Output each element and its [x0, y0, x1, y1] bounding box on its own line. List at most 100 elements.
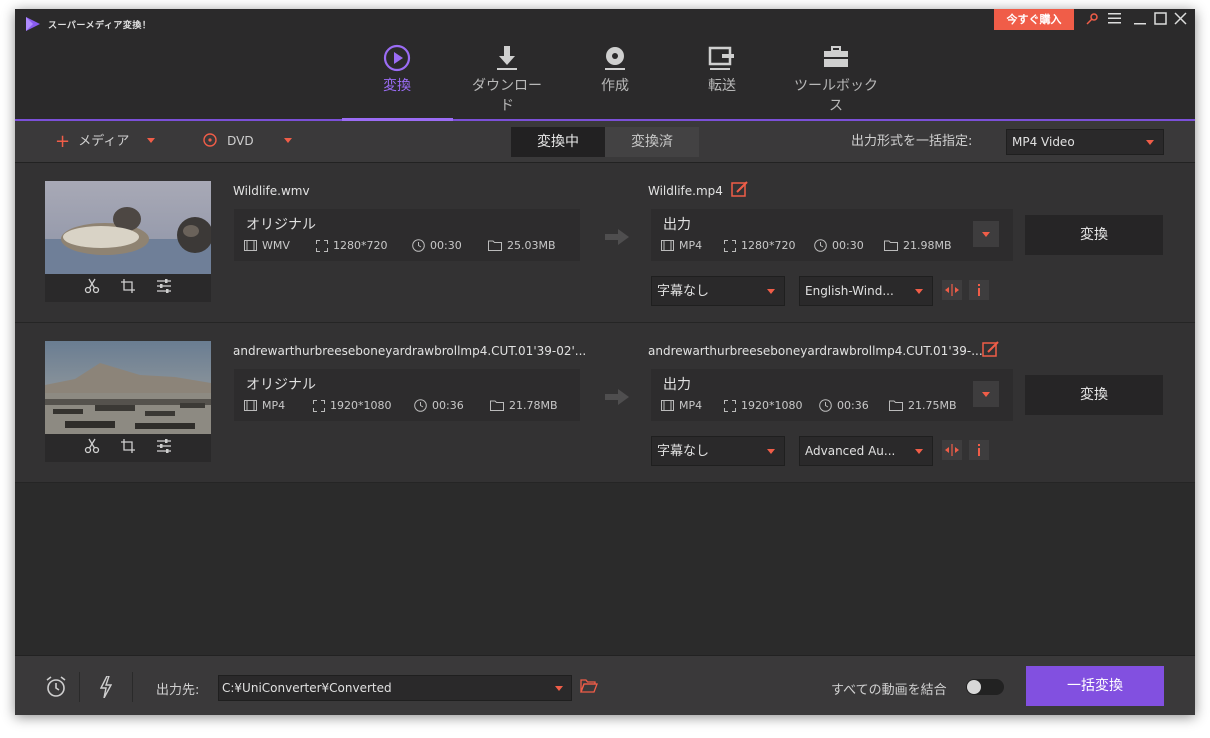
duration-meta: 00:36	[414, 399, 464, 412]
download-icon	[467, 41, 547, 75]
format-meta: WMV	[244, 239, 290, 252]
convert-button[interactable]: 変換	[1025, 215, 1163, 255]
add-media-button[interactable]: + メディア	[55, 121, 156, 162]
output-settings-dropdown[interactable]	[973, 221, 999, 247]
tab-label: 転送	[708, 78, 736, 94]
format-value: MP4	[679, 239, 703, 252]
scissors-icon[interactable]	[84, 438, 100, 458]
title-bar: スーパーメディア変換！ 今すぐ購入 変換 ダウンロード 作成 転送 ツールボック…	[15, 9, 1195, 119]
output-format-value: MP4 Video	[1012, 135, 1075, 149]
tab-convert[interactable]: 変換	[372, 41, 422, 95]
resolution-value: 1920*1080	[330, 399, 392, 412]
adjust-icon[interactable]	[156, 278, 172, 298]
chevron-down-icon[interactable]	[283, 138, 292, 143]
subtitle-value: 字幕なし	[657, 284, 710, 299]
app-window: スーパーメディア変換！ 今すぐ購入 変換 ダウンロード 作成 転送 ツールボック…	[15, 9, 1195, 715]
buy-now-button[interactable]: 今すぐ購入	[994, 9, 1074, 30]
resolution-meta: 1280*720	[316, 239, 388, 252]
adjust-icon[interactable]	[156, 438, 172, 458]
audio-track-value: English-Wind...	[805, 284, 894, 298]
audio-track-select[interactable]: Advanced Au...	[799, 436, 933, 466]
original-label: オリジナル	[246, 377, 316, 393]
split-icon[interactable]	[942, 280, 962, 300]
minimize-button[interactable]	[1132, 12, 1148, 28]
convert-button[interactable]: 変換	[1025, 375, 1163, 415]
tab-converting[interactable]: 変換中	[511, 127, 605, 157]
size-value: 25.03MB	[507, 239, 556, 252]
video-thumbnail[interactable]	[45, 181, 211, 302]
chevron-down-icon	[915, 289, 923, 294]
size-value: 21.78MB	[509, 399, 558, 412]
format-meta: MP4	[244, 399, 285, 412]
resolution-value: 1280*720	[333, 239, 388, 252]
size-value: 21.75MB	[908, 399, 957, 412]
app-title: スーパーメディア変換！	[48, 21, 152, 31]
thumbnail-image	[45, 341, 211, 434]
tab-converted[interactable]: 変換済	[605, 127, 699, 157]
dvd-icon	[203, 133, 217, 147]
tab-download[interactable]: ダウンロード	[467, 41, 547, 115]
resolution-meta: 1920*1080	[313, 399, 392, 412]
size-value: 21.98MB	[903, 239, 952, 252]
resolution-icon	[724, 239, 736, 252]
tab-create[interactable]: 作成	[590, 41, 640, 95]
info-icon[interactable]	[969, 440, 989, 460]
output-format-select[interactable]: MP4 Video	[1006, 129, 1164, 155]
edit-icon[interactable]	[982, 341, 999, 358]
format-meta: MP4	[661, 399, 702, 412]
subtitle-select[interactable]: 字幕なし	[651, 276, 785, 306]
resolution-icon	[313, 399, 325, 412]
lightning-icon[interactable]	[100, 676, 112, 698]
folder-icon	[884, 240, 898, 251]
open-folder-icon[interactable]	[580, 679, 598, 693]
add-dvd-label: DVD	[227, 134, 254, 148]
output-path-select[interactable]: C:¥UniConverter¥Converted	[218, 675, 572, 701]
tab-label: ツールボックス	[794, 78, 878, 114]
split-icon[interactable]	[942, 440, 962, 460]
subtitle-select[interactable]: 字幕なし	[651, 436, 785, 466]
chevron-down-icon	[982, 232, 990, 237]
clock-icon	[819, 399, 832, 412]
output-format-label: 出力形式を一括指定:	[851, 134, 973, 149]
crop-icon[interactable]	[120, 278, 136, 298]
folder-icon	[490, 400, 504, 411]
duration-meta: 00:30	[814, 239, 864, 252]
output-settings-dropdown[interactable]	[973, 381, 999, 407]
resolution-meta: 1280*720	[724, 239, 796, 252]
crop-icon[interactable]	[120, 438, 136, 458]
scissors-icon[interactable]	[84, 278, 100, 298]
chevron-down-icon[interactable]	[147, 138, 156, 143]
tab-toolbox[interactable]: ツールボックス	[791, 41, 881, 115]
resolution-value: 1280*720	[741, 239, 796, 252]
divider	[132, 672, 133, 702]
chevron-down-icon	[767, 449, 775, 454]
bottom-bar: 出力先: C:¥UniConverter¥Converted すべての動画を結合…	[15, 655, 1195, 715]
source-info: オリジナル MP4 1920*1080 00:36 21.78MB	[234, 369, 580, 421]
chevron-down-icon	[915, 449, 923, 454]
info-icon[interactable]	[969, 280, 989, 300]
close-button[interactable]	[1172, 12, 1188, 28]
target-info: 出力 MP4 1920*1080 00:36 21.75MB	[651, 369, 1013, 421]
output-path-value: C:¥UniConverter¥Converted	[222, 681, 392, 695]
alarm-clock-icon[interactable]	[45, 676, 67, 698]
video-thumbnail[interactable]	[45, 341, 211, 462]
edit-icon[interactable]	[731, 181, 748, 198]
duration-value: 00:36	[837, 399, 869, 412]
format-value: WMV	[262, 239, 290, 252]
maximize-button[interactable]	[1152, 12, 1168, 28]
target-info: 出力 MP4 1280*720 00:30 21.98MB	[651, 209, 1013, 261]
menu-icon[interactable]	[1106, 12, 1122, 28]
target-file-name: Wildlife.mp4	[648, 184, 723, 198]
clock-icon	[814, 239, 827, 252]
key-icon[interactable]	[1084, 12, 1100, 28]
add-dvd-button[interactable]: DVD	[203, 121, 292, 162]
convert-all-button[interactable]: 一括変換	[1026, 666, 1164, 706]
edit-toolbar	[45, 434, 211, 462]
audio-track-select[interactable]: English-Wind...	[799, 276, 933, 306]
tab-label: ダウンロード	[472, 78, 542, 114]
film-icon	[661, 240, 674, 251]
tab-transfer[interactable]: 転送	[697, 41, 747, 95]
app-logo-icon	[26, 17, 40, 31]
size-meta: 21.98MB	[884, 239, 952, 252]
merge-toggle[interactable]	[966, 679, 1004, 695]
